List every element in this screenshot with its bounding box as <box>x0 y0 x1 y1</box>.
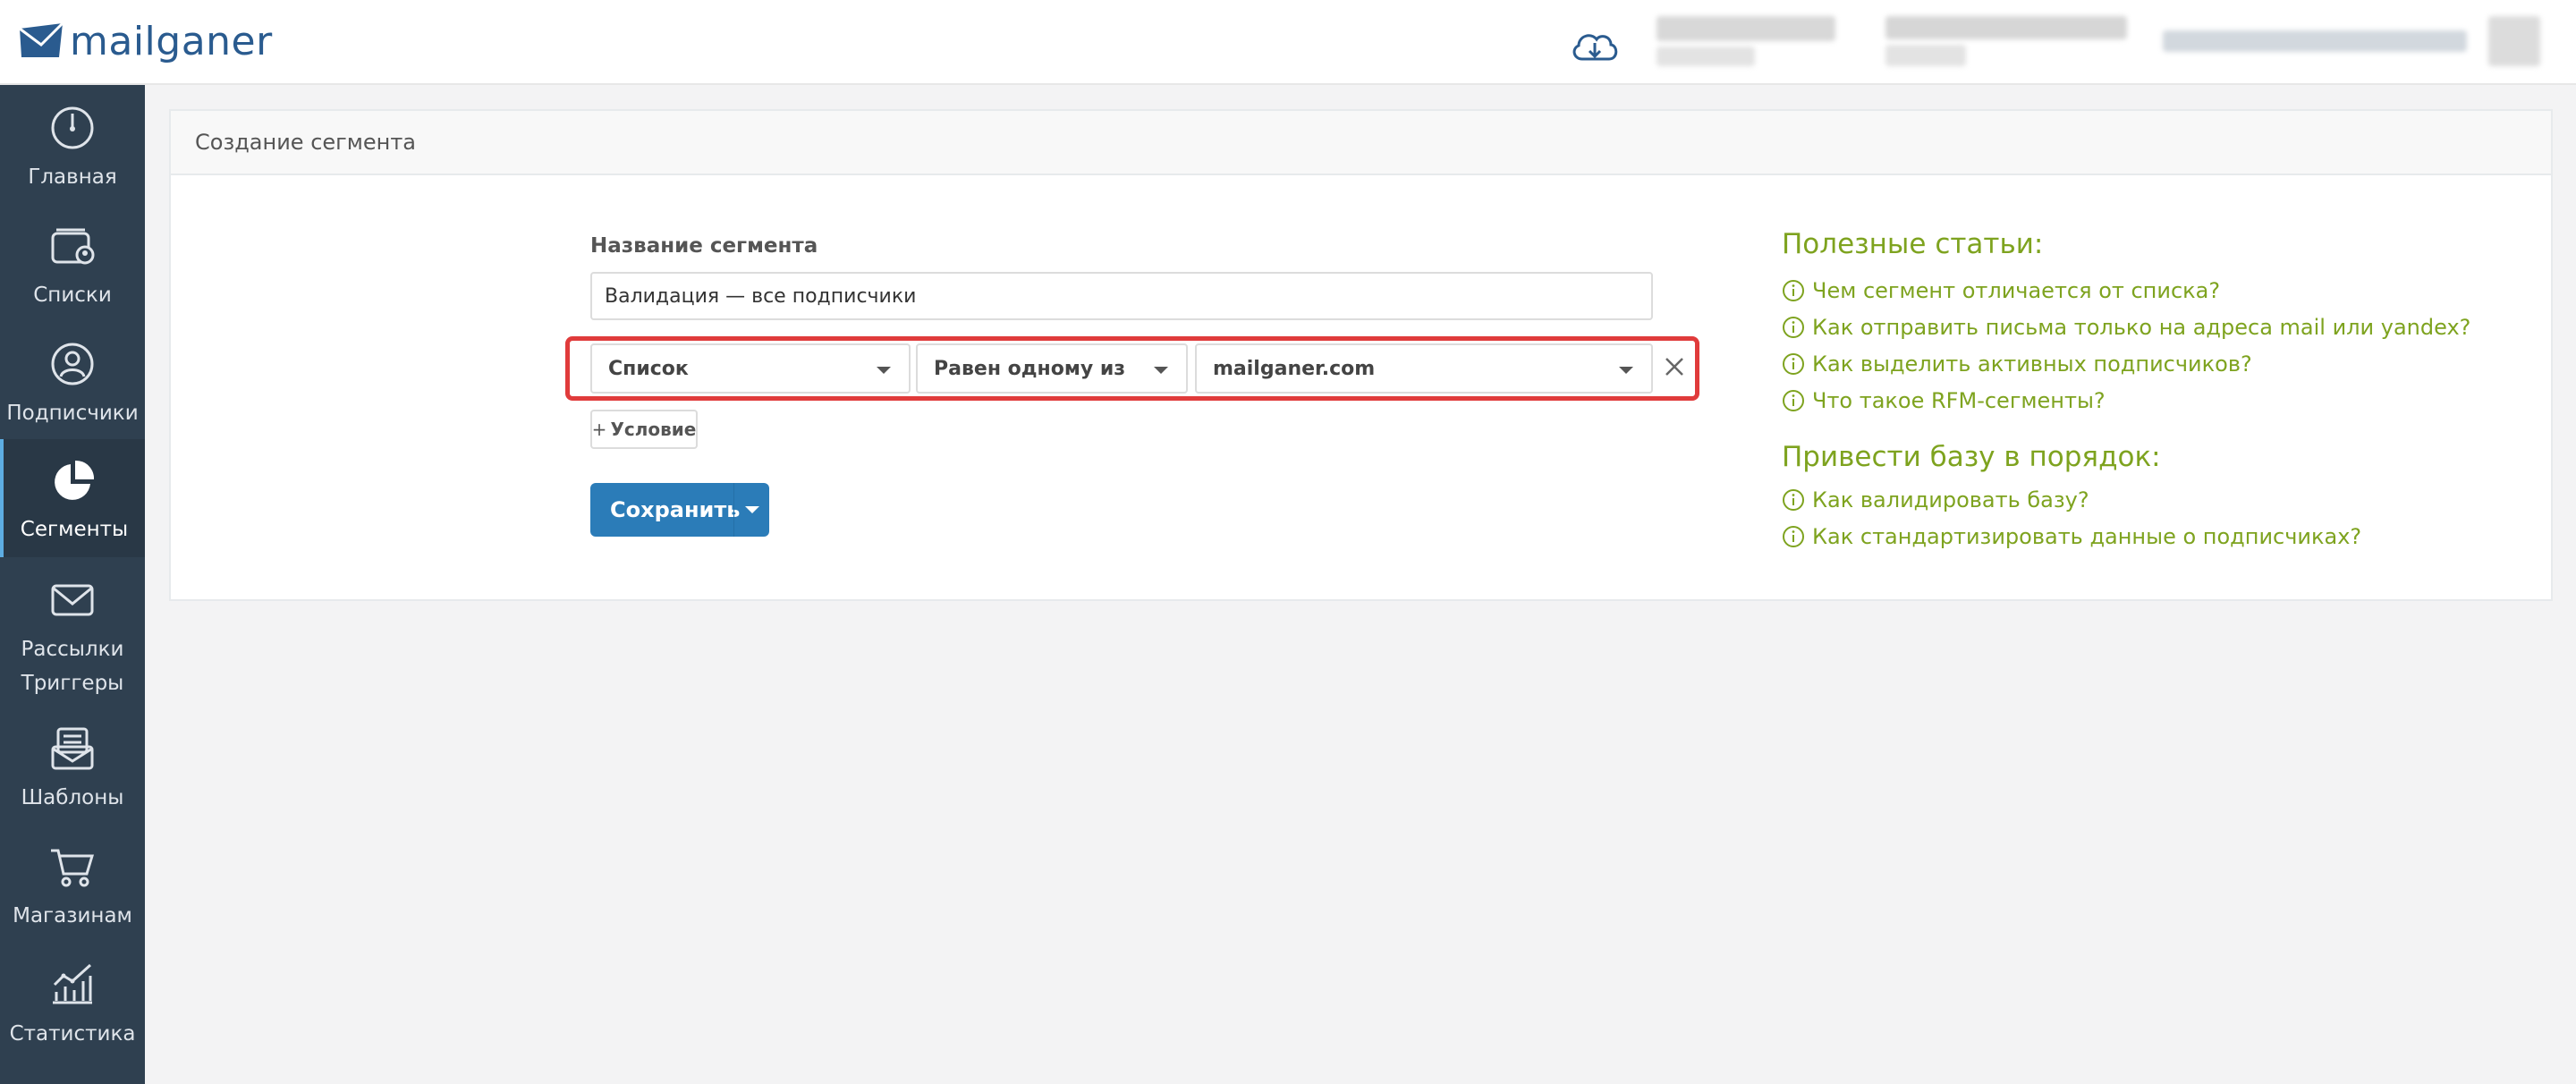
help-link[interactable]: Как отправить письма только на адреса ma… <box>1782 315 2470 340</box>
top-bar: mailganer <box>0 0 2576 85</box>
add-condition-button[interactable]: + Условие <box>590 410 698 449</box>
condition-operator-value: Равен одному из <box>934 357 1126 380</box>
sidebar-item-home[interactable]: Главная <box>0 105 145 194</box>
segment-name-input[interactable] <box>590 272 1653 320</box>
brand-name: mailganer <box>70 18 273 64</box>
sidebar-item-triggers[interactable]: Триггеры <box>0 657 145 700</box>
info-icon <box>1783 353 1804 375</box>
blurred-user-info <box>2488 16 2540 66</box>
sidebar-item-mailings[interactable]: Рассылки <box>0 577 145 666</box>
save-button-group: Сохранить <box>590 483 769 537</box>
remove-condition-close-icon[interactable] <box>1662 354 1687 379</box>
sidebar-item-label: Статистика <box>9 1022 136 1046</box>
blurred-user-info <box>1657 16 1835 41</box>
help-link-text: Как отправить письма только на адреса ma… <box>1812 315 2471 340</box>
sidebar-item-shops[interactable]: Магазинам <box>0 843 145 933</box>
info-icon <box>1783 489 1804 511</box>
condition-value-value: mailganer.com <box>1213 357 1376 380</box>
condition-value-select[interactable]: mailganer.com <box>1195 343 1653 394</box>
panel-title: Создание сегмента <box>171 111 2551 175</box>
stats-icon <box>53 963 92 1004</box>
chevron-down-icon <box>1619 367 1633 374</box>
sidebar-item-label: Триггеры <box>21 672 124 695</box>
cart-icon <box>51 849 95 887</box>
help-link-text: Чем сегмент отличается от списка? <box>1812 278 2221 303</box>
segment-name-label: Название сегмента <box>590 234 818 258</box>
info-icon <box>1783 526 1804 547</box>
blurred-user-info <box>1885 45 1966 66</box>
info-icon <box>1783 317 1804 338</box>
brand-logo[interactable]: mailganer <box>18 16 273 66</box>
sidebar-item-segments[interactable]: Сегменты <box>0 439 145 557</box>
sidebar-item-subscribers[interactable]: Подписчики <box>0 341 145 430</box>
envelope-icon <box>51 584 94 616</box>
subscribers-icon <box>51 343 94 385</box>
cloud-download-icon[interactable] <box>1570 27 1620 68</box>
condition-field-select[interactable]: Список <box>590 343 911 394</box>
sidebar-item-templates[interactable]: Шаблоны <box>0 725 145 815</box>
chevron-down-icon <box>1154 367 1168 374</box>
useful-articles-title: Полезные статьи: <box>1782 228 2044 260</box>
help-link-text: Как валидировать базу? <box>1812 487 2089 512</box>
sidebar-item-label: Подписчики <box>6 402 139 425</box>
chevron-down-icon <box>744 506 759 513</box>
sidebar-item-lists[interactable]: Списки <box>0 223 145 312</box>
blurred-user-info <box>1657 47 1755 66</box>
sidebar-item-label: Списки <box>33 284 112 307</box>
condition-field-value: Список <box>608 357 689 380</box>
info-icon <box>1783 390 1804 411</box>
sidebar: Главная Списки Подписчики Сегменты Рассы… <box>0 85 145 1084</box>
lists-icon <box>51 228 95 265</box>
help-link[interactable]: Чем сегмент отличается от списка? <box>1782 278 2220 303</box>
help-link-text: Как стандартизировать данные о подписчик… <box>1812 524 2362 549</box>
sidebar-item-label: Сегменты <box>20 518 129 541</box>
help-link[interactable]: Как валидировать базу? <box>1782 487 2089 512</box>
plus-icon: + <box>591 419 607 440</box>
help-link[interactable]: Что такое RFM-сегменты? <box>1782 388 2106 413</box>
dashboard-icon <box>51 106 94 149</box>
chevron-down-icon <box>877 367 891 374</box>
templates-icon <box>51 727 94 770</box>
help-link-text: Как выделить активных подписчиков? <box>1812 351 2252 377</box>
blurred-user-info <box>2163 30 2467 52</box>
help-link-text: Что такое RFM-сегменты? <box>1812 388 2106 413</box>
blurred-user-info <box>1885 16 2127 39</box>
help-link[interactable]: Как стандартизировать данные о подписчик… <box>1782 524 2361 549</box>
sidebar-item-statistics[interactable]: Статистика <box>0 961 145 1051</box>
save-dropdown-toggle[interactable] <box>733 483 769 537</box>
help-link[interactable]: Как выделить активных подписчиков? <box>1782 351 2252 377</box>
sidebar-item-label: Главная <box>28 165 117 189</box>
add-condition-label: Условие <box>610 419 697 440</box>
sidebar-item-label: Шаблоны <box>21 786 124 809</box>
cleanup-title: Привести базу в порядок: <box>1782 441 2161 473</box>
sidebar-item-label: Магазинам <box>13 904 132 927</box>
info-icon <box>1783 280 1804 301</box>
logo-envelope-icon <box>19 21 64 57</box>
save-button[interactable]: Сохранить <box>590 497 740 522</box>
condition-operator-select[interactable]: Равен одному из <box>916 343 1188 394</box>
segments-icon <box>55 460 95 500</box>
